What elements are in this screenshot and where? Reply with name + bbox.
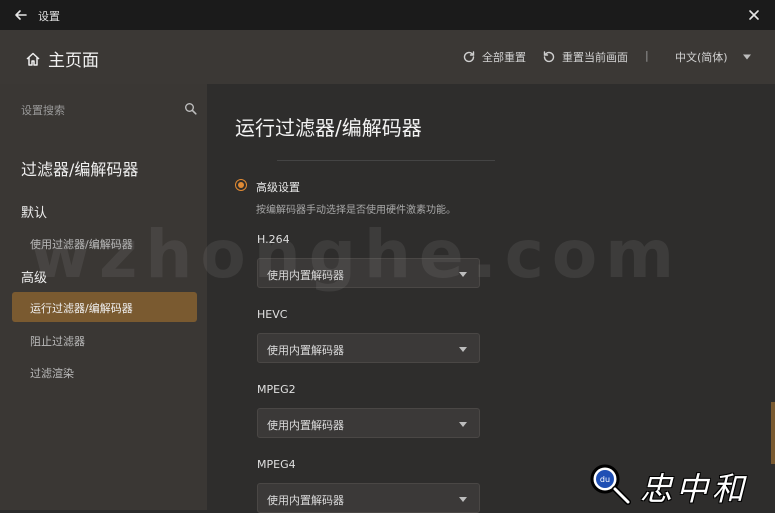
sidebar-item-label: 运行过滤器/编解码器 bbox=[30, 302, 133, 315]
language-dropdown[interactable]: 中文(简体) bbox=[675, 49, 752, 65]
main-panel: 运行过滤器/编解码器 高级设置 按编解码器手动选择是否使用硬件激素功能。 H.2… bbox=[207, 84, 775, 513]
search-input[interactable]: 设置搜索 bbox=[21, 100, 197, 122]
sidebar-item-block-filters[interactable]: 阻止过滤器 bbox=[30, 333, 85, 349]
language-label: 中文(简体) bbox=[675, 51, 728, 64]
search-placeholder: 设置搜索 bbox=[21, 104, 65, 117]
sidebar: 设置搜索 过滤器/编解码器 默认 使用过滤器/编解码器 高级 运行过滤器/编解码… bbox=[0, 84, 207, 510]
dropdown-caret-icon bbox=[459, 347, 467, 352]
magnifier-logo-icon: du bbox=[590, 464, 631, 505]
advanced-settings-label[interactable]: 高级设置 bbox=[256, 179, 300, 195]
sidebar-item-run-filters[interactable]: 运行过滤器/编解码器 bbox=[12, 292, 197, 322]
dropdown-caret-icon bbox=[459, 422, 467, 427]
header-bar: 主页面 全部重置 重置当前画面 | 中文(简体) bbox=[0, 30, 775, 84]
watermark: wzhonghe.com bbox=[30, 216, 683, 293]
decoder-select-mpeg4[interactable]: 使用内置解码器 bbox=[257, 483, 480, 513]
decoder-select-value: 使用内置解码器 bbox=[267, 344, 344, 357]
close-icon[interactable] bbox=[745, 6, 763, 24]
corner-logo: du 忠中和 bbox=[588, 460, 768, 508]
decoder-select-value: 使用内置解码器 bbox=[267, 494, 344, 507]
title-bar: 设置 bbox=[0, 0, 775, 30]
chevron-down-icon bbox=[742, 54, 751, 60]
header-separator: | bbox=[645, 49, 649, 62]
decoder-select-hevc[interactable]: 使用内置解码器 bbox=[257, 333, 480, 363]
home-icon bbox=[26, 52, 40, 66]
home-button[interactable]: 主页面 bbox=[24, 46, 99, 71]
logo-badge-text: du bbox=[600, 475, 610, 484]
page-title: 运行过滤器/编解码器 bbox=[235, 116, 422, 140]
divider bbox=[277, 160, 495, 161]
sidebar-section-title: 过滤器/编解码器 bbox=[21, 160, 139, 179]
codec-label-mpeg4: MPEG4 bbox=[257, 458, 296, 471]
decoder-select-value: 使用内置解码器 bbox=[267, 419, 344, 432]
sidebar-item-filter-render[interactable]: 过滤渲染 bbox=[30, 365, 74, 381]
advanced-settings-radio[interactable] bbox=[235, 179, 247, 191]
advanced-settings-description: 按编解码器手动选择是否使用硬件激素功能。 bbox=[256, 205, 456, 216]
logo-text: 忠中和 bbox=[640, 470, 749, 508]
scrollbar-thumb[interactable] bbox=[771, 402, 775, 464]
search-icon[interactable] bbox=[184, 102, 197, 115]
reset-page-label: 重置当前画面 bbox=[562, 51, 628, 64]
reset-page-button[interactable]: 重置当前画面 bbox=[542, 49, 628, 65]
reset-icon bbox=[543, 51, 555, 63]
back-arrow-icon[interactable] bbox=[12, 6, 30, 24]
dropdown-caret-icon bbox=[459, 497, 467, 502]
home-label: 主页面 bbox=[48, 51, 99, 71]
codec-label-hevc: HEVC bbox=[257, 308, 288, 321]
reset-all-button[interactable]: 全部重置 bbox=[462, 49, 526, 65]
codec-label-mpeg2: MPEG2 bbox=[257, 383, 296, 396]
refresh-icon bbox=[463, 51, 475, 63]
window-title: 设置 bbox=[38, 10, 60, 23]
reset-all-label: 全部重置 bbox=[482, 51, 526, 64]
decoder-select-mpeg2[interactable]: 使用内置解码器 bbox=[257, 408, 480, 438]
